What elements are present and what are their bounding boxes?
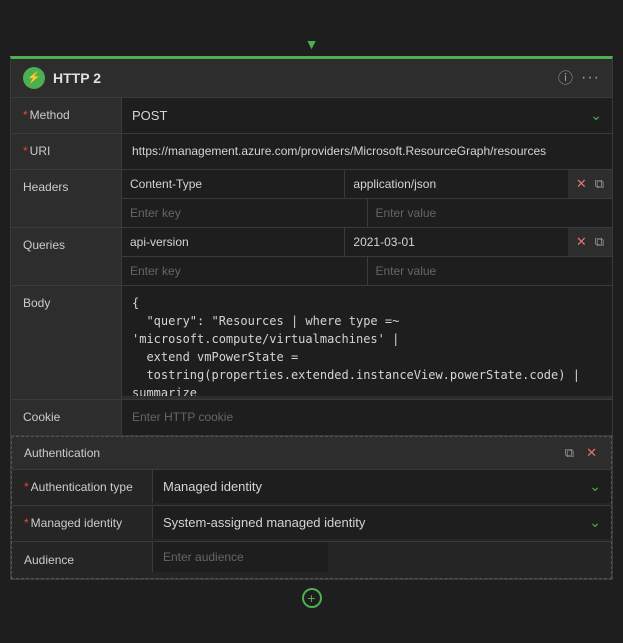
uri-label: * URI [11, 134, 121, 169]
audience-content [152, 542, 611, 578]
cookie-label: Cookie [11, 400, 121, 435]
headers-content: ✕ ⧉ [121, 170, 612, 227]
queries-content: ✕ ⧉ [121, 228, 612, 285]
body-row: Body { "query": "Resources | where type … [11, 286, 612, 400]
auth-type-select[interactable]: Managed identity ⌄ [152, 470, 611, 503]
http-card: ⚡ HTTP 2 ⓘ ··· * Method POST ⌄ [10, 56, 613, 580]
auth-header-actions: ⧉ ✕ [563, 443, 599, 463]
card-title: HTTP 2 [53, 70, 558, 86]
auth-body: * Authentication type Managed identity ⌄ [12, 470, 611, 578]
audience-label: Audience [12, 542, 152, 578]
query-clone-1[interactable]: ⧉ [593, 232, 606, 252]
header-actions: ⓘ ··· [558, 67, 600, 88]
authentication-section: Authentication ⧉ ✕ * Authentication type [11, 436, 612, 579]
query-row-1: ✕ ⧉ [122, 228, 612, 257]
auth-section-header: Authentication ⧉ ✕ [12, 437, 611, 470]
header-value-2[interactable] [368, 199, 613, 227]
query-key-2[interactable] [122, 257, 368, 285]
query-value-1[interactable] [345, 228, 567, 256]
card-header: ⚡ HTTP 2 ⓘ ··· [11, 59, 612, 98]
query-remove-1[interactable]: ✕ [574, 232, 589, 252]
cookie-content [121, 400, 612, 435]
method-chevron: ⌄ [590, 107, 602, 124]
method-select[interactable]: POST ⌄ [121, 98, 612, 133]
method-label: * Method [11, 98, 121, 133]
uri-content [121, 134, 612, 169]
headers-row: Headers ✕ ⧉ [11, 170, 612, 228]
header-clone-1[interactable]: ⧉ [593, 174, 606, 194]
managed-identity-content: System-assigned managed identity ⌄ [152, 506, 611, 541]
managed-identity-row: * Managed identity System-assigned manag… [12, 506, 611, 542]
header-key-2[interactable] [122, 199, 368, 227]
body-label: Body [11, 286, 121, 318]
query-value-2[interactable] [368, 257, 613, 285]
auth-remove-btn[interactable]: ✕ [584, 443, 599, 463]
http-icon: ⚡ [23, 67, 45, 89]
query-actions-1: ✕ ⧉ [568, 228, 612, 256]
header-value-1[interactable] [345, 170, 567, 198]
auth-type-label: * Authentication type [12, 470, 152, 505]
query-key-1[interactable] [122, 228, 345, 256]
more-icon[interactable]: ··· [581, 69, 600, 87]
auth-type-chevron: ⌄ [589, 478, 601, 495]
auth-section-title: Authentication [24, 446, 563, 460]
add-step-button[interactable]: + [302, 588, 322, 608]
method-row: * Method POST ⌄ [11, 98, 612, 134]
header-row-2 [122, 199, 612, 227]
uri-row: * URI [11, 134, 612, 170]
card-body: * Method POST ⌄ * URI [11, 98, 612, 579]
headers-label: Headers [11, 170, 121, 202]
header-row-1: ✕ ⧉ [122, 170, 612, 199]
header-remove-1[interactable]: ✕ [574, 174, 589, 194]
managed-identity-select[interactable]: System-assigned managed identity ⌄ [152, 506, 611, 539]
info-icon[interactable]: ⓘ [558, 67, 573, 88]
auth-clone-btn[interactable]: ⧉ [563, 443, 576, 463]
method-content: POST ⌄ [121, 98, 612, 133]
header-actions-1: ✕ ⧉ [568, 170, 612, 198]
auth-type-row: * Authentication type Managed identity ⌄ [12, 470, 611, 506]
managed-identity-label: * Managed identity [12, 506, 152, 541]
queries-label: Queries [11, 228, 121, 260]
audience-input[interactable] [152, 542, 328, 572]
managed-identity-chevron: ⌄ [589, 514, 601, 531]
query-row-2 [122, 257, 612, 285]
cookie-input[interactable] [121, 400, 612, 435]
header-key-1[interactable] [122, 170, 345, 198]
body-content: { "query": "Resources | where type =~ 'm… [121, 286, 612, 399]
queries-row: Queries ✕ ⧉ [11, 228, 612, 286]
uri-input[interactable] [121, 134, 612, 169]
audience-row: Audience [12, 542, 611, 578]
cookie-row: Cookie [11, 400, 612, 436]
body-textarea[interactable]: { "query": "Resources | where type =~ 'm… [122, 286, 612, 396]
auth-type-content: Managed identity ⌄ [152, 470, 611, 505]
